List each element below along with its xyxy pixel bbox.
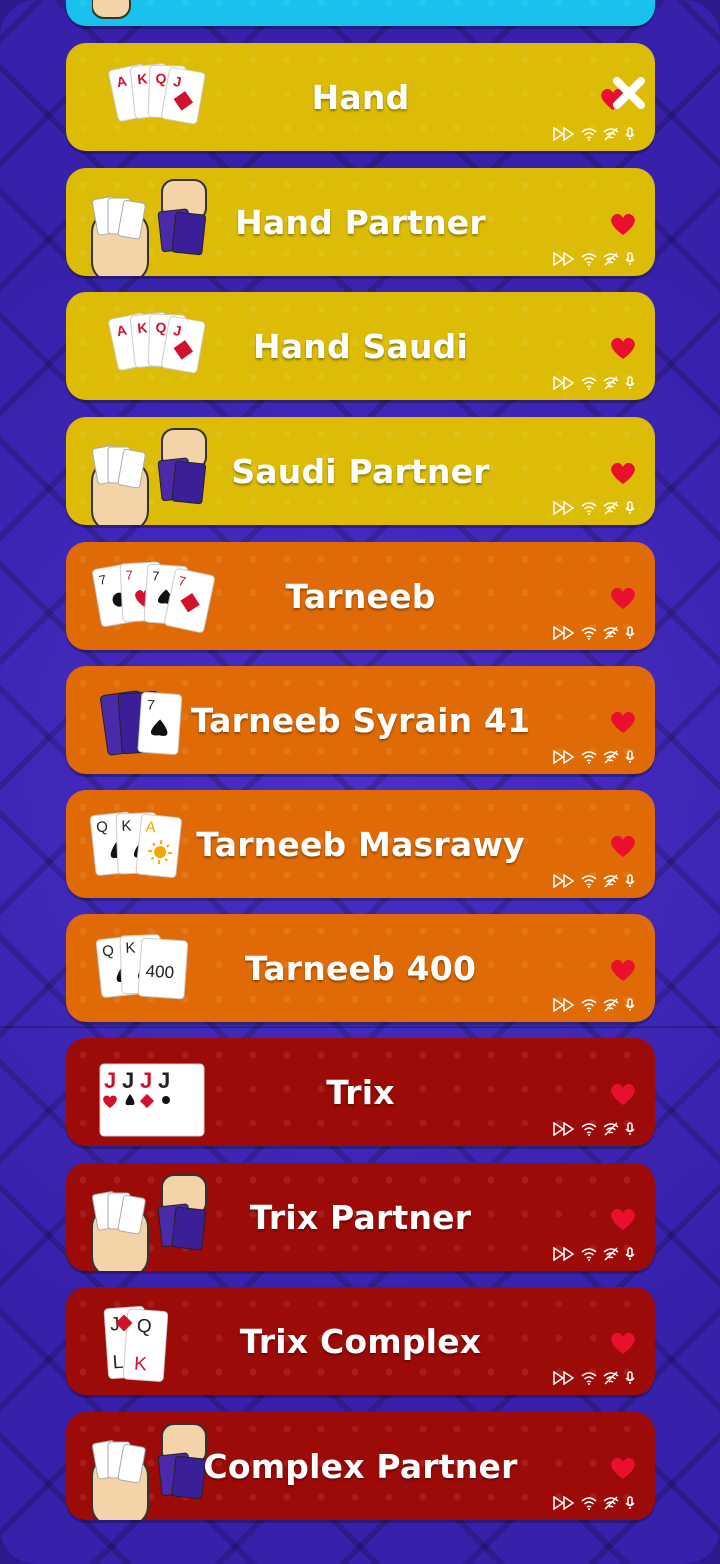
microphone-icon [625,1371,635,1384]
wifi-icon [581,253,597,266]
game-card-tarneeb-masrawy[interactable]: Q K A Tarneeb Masrawy [66,790,655,898]
heart-icon[interactable] [609,584,637,612]
no-wifi-icon [603,376,619,390]
fast-forward-icon [553,1496,575,1510]
feature-icons [553,1371,635,1385]
no-wifi-icon [603,501,619,515]
game-card-trix-complex[interactable]: JL QK Trix Complex [66,1287,655,1395]
hand-art [92,0,131,19]
game-card-tarneeb[interactable]: 7 7 7 7 Tarneeb [66,542,655,650]
game-card-trix[interactable]: J J J J Trix [66,1038,655,1146]
game-card-hand-saudi[interactable]: A K Q J Hand Saudi [66,292,655,400]
feature-icons [553,998,635,1012]
heart-icon[interactable] [609,956,637,984]
microphone-icon [625,376,635,389]
microphone-icon [625,626,635,639]
fast-forward-icon [553,501,575,515]
no-wifi-icon [603,1371,619,1385]
no-wifi-icon [603,874,619,888]
game-card-cyan[interactable] [66,0,655,26]
fast-forward-icon [553,1122,575,1136]
no-wifi-icon [603,998,619,1012]
fast-forward-icon [553,750,575,764]
microphone-icon [625,998,635,1011]
no-wifi-icon [603,1247,619,1261]
fast-forward-icon [553,626,575,640]
heart-icon[interactable] [609,1080,637,1108]
no-wifi-icon [603,750,619,764]
fast-forward-icon [553,1371,575,1385]
microphone-icon [625,501,635,514]
wifi-icon [581,128,597,141]
feature-icons [553,252,635,266]
feature-icons [553,1247,635,1261]
heart-icon[interactable] [609,1454,637,1482]
wifi-icon [581,751,597,764]
heart-icon[interactable] [609,334,637,362]
fast-forward-icon [553,1247,575,1261]
feature-icons [553,501,635,515]
game-card-tarneeb-400[interactable]: Q K 400 Tarneeb 400 [66,914,655,1022]
microphone-icon [625,750,635,763]
wifi-icon [581,502,597,515]
no-wifi-icon [603,127,619,141]
background-seam [0,1026,720,1028]
game-card-hand-partner[interactable]: Hand Partner [66,168,655,276]
wifi-icon [581,1372,597,1385]
feature-icons [553,874,635,888]
microphone-icon [625,1247,635,1260]
wifi-icon [581,377,597,390]
microphone-icon [625,874,635,887]
no-wifi-icon [603,252,619,266]
microphone-icon [625,1122,635,1135]
heart-icon[interactable] [609,708,637,736]
microphone-icon [625,127,635,140]
heart-icon[interactable] [609,832,637,860]
game-card-trix-partner[interactable]: Trix Partner [66,1163,655,1271]
feature-icons [553,376,635,390]
feature-icons [553,750,635,764]
heart-icon[interactable] [609,210,637,238]
fast-forward-icon [553,376,575,390]
feature-icons [553,1122,635,1136]
heart-icon[interactable] [609,1329,637,1357]
no-wifi-icon [603,1496,619,1510]
no-wifi-icon [603,1122,619,1136]
microphone-icon [625,252,635,265]
feature-icons [553,626,635,640]
wifi-icon [581,1497,597,1510]
game-card-complex-partner[interactable]: Complex Partner [66,1412,655,1520]
game-card-saudi-partner[interactable]: Saudi Partner [66,417,655,525]
wifi-icon [581,1123,597,1136]
wifi-icon [581,999,597,1012]
close-icon[interactable] [609,73,649,113]
fast-forward-icon [553,127,575,141]
fast-forward-icon [553,874,575,888]
wifi-icon [581,1248,597,1261]
feature-icons [553,1496,635,1510]
no-wifi-icon [603,626,619,640]
heart-icon[interactable] [609,1205,637,1233]
heart-icon[interactable] [609,459,637,487]
game-card-tarneeb-syrain-41[interactable]: 7 Tarneeb Syrain 41 [66,666,655,774]
wifi-icon [581,627,597,640]
wifi-icon [581,875,597,888]
fast-forward-icon [553,998,575,1012]
microphone-icon [625,1496,635,1509]
fast-forward-icon [553,252,575,266]
game-card-hand[interactable]: A K Q J Hand [66,43,655,151]
feature-icons [553,127,635,141]
